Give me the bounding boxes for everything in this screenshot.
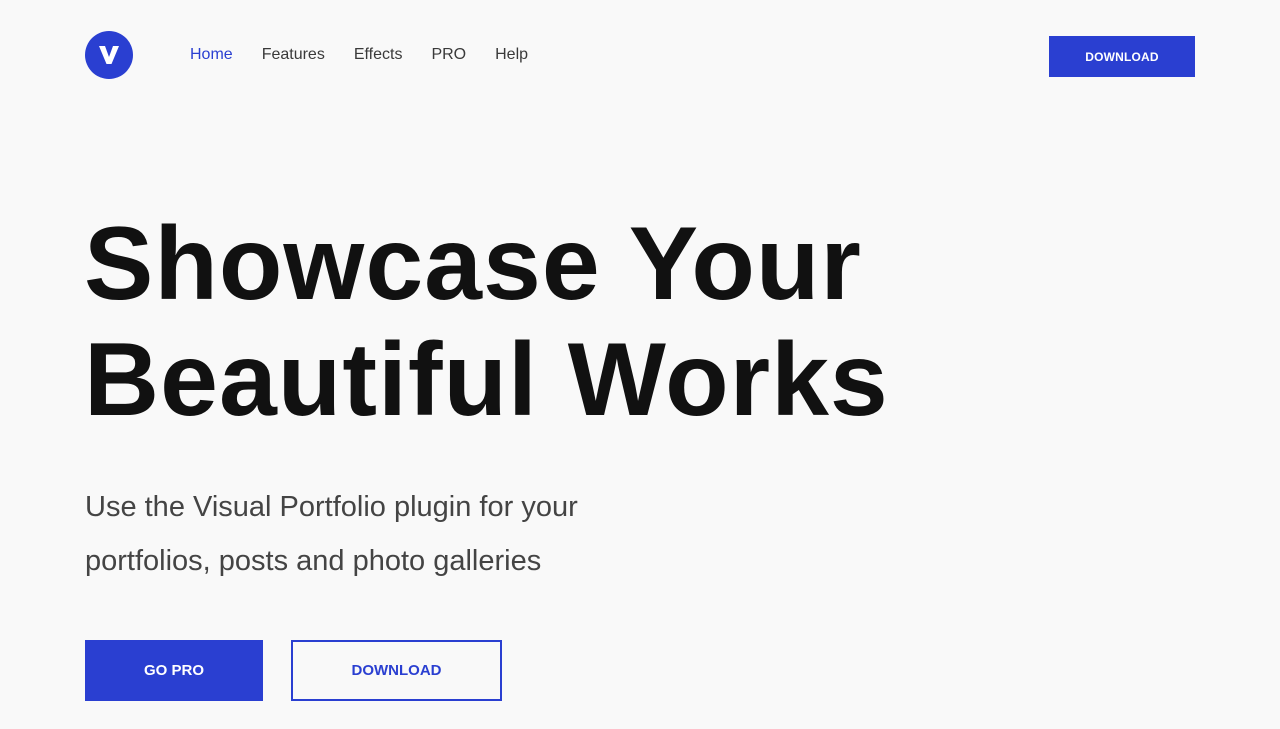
hero-title: Showcase Your Beautiful Works xyxy=(84,206,984,438)
nav-item-pro[interactable]: PRO xyxy=(431,44,466,66)
hero-subtitle-line-2: portfolios, posts and photo galleries xyxy=(85,545,542,577)
v-logo-icon xyxy=(99,46,119,64)
hero-subtitle-line-1: Use the Visual Portfolio plugin for your xyxy=(85,491,578,523)
hero-title-line-2: Beautiful Works xyxy=(84,322,889,438)
go-pro-button[interactable]: GO PRO xyxy=(85,640,263,701)
hero-subtitle: Use the Visual Portfolio plugin for your… xyxy=(85,480,705,588)
page: Home Features Effects PRO Help DOWNLOAD … xyxy=(0,0,1280,729)
nav-item-effects[interactable]: Effects xyxy=(354,44,403,66)
site-logo[interactable] xyxy=(85,31,133,79)
hero-title-line-1: Showcase Your xyxy=(84,206,862,322)
hero-download-button[interactable]: DOWNLOAD xyxy=(291,640,502,701)
nav-item-home[interactable]: Home xyxy=(190,44,233,66)
nav-item-features[interactable]: Features xyxy=(262,44,325,66)
nav-item-help[interactable]: Help xyxy=(495,44,528,66)
header-download-button[interactable]: DOWNLOAD xyxy=(1049,36,1195,77)
main-nav: Home Features Effects PRO Help xyxy=(190,44,528,66)
